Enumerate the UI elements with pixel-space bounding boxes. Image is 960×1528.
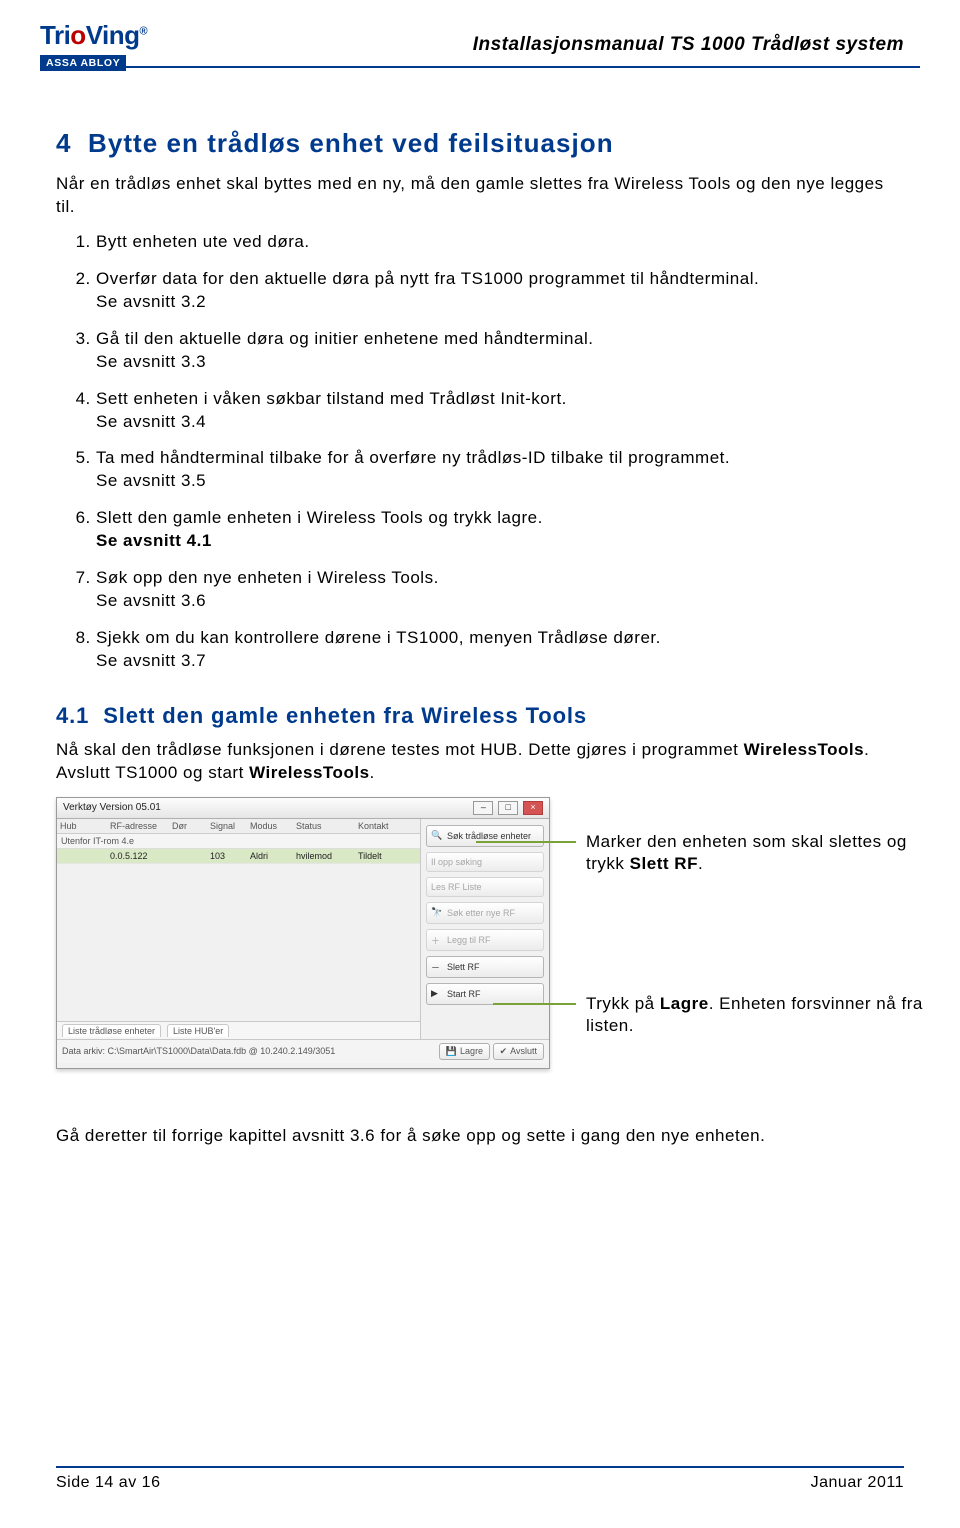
step-item: Ta med håndterminal tilbake for å overfø… <box>96 447 904 493</box>
save-icon: 💾 <box>446 1046 457 1057</box>
table-group-caption: Utenfor IT-rom 4.e <box>57 834 420 849</box>
callout-line <box>493 1003 576 1005</box>
device-list-panel: Hub RF-adresse Dør Signal Modus Status K… <box>57 819 421 1039</box>
binoculars-icon: 🔭 <box>431 907 443 919</box>
tab-device-list[interactable]: Liste trådløse enheter <box>62 1024 161 1037</box>
page-number: Side 14 av 16 <box>56 1474 160 1492</box>
callout-line <box>476 841 576 843</box>
plus-icon: ＋ <box>431 934 443 946</box>
step-item: Sjekk om du kan kontrollere dørene i TS1… <box>96 627 904 673</box>
document-title: Installasjonsmanual TS 1000 Trådløst sys… <box>40 34 904 56</box>
window-titlebar: Verktøy Version 05.01 – □ × <box>57 798 549 819</box>
app-window: Verktøy Version 05.01 – □ × Hub RF-adres… <box>56 797 550 1069</box>
callout-save: Trykk på Lagre. Enheten forsvinner nå fr… <box>586 993 946 1037</box>
page-footer: Side 14 av 16 Januar 2011 <box>56 1466 904 1492</box>
search-devices-button[interactable]: 🔍Søk trådløse enheter <box>426 825 544 847</box>
table-header: Hub RF-adresse Dør Signal Modus Status K… <box>57 819 420 834</box>
table-row[interactable]: 0.0.5.122 103 Aldri hvilemod Tildelt <box>57 849 420 864</box>
bottom-tabs: Liste trådløse enheter Liste HUB'er <box>57 1021 420 1039</box>
speed-up-search-button[interactable]: Il opp søking <box>426 852 544 872</box>
tab-hub-list[interactable]: Liste HUB'er <box>167 1024 229 1037</box>
step-item: Sett enheten i våken søkbar tilstand med… <box>96 388 904 434</box>
exit-button[interactable]: ✔Avslutt <box>493 1043 544 1060</box>
step-item: Gå til den aktuelle døra og initier enhe… <box>96 328 904 374</box>
step-item: Slett den gamle enheten i Wireless Tools… <box>96 507 904 553</box>
footer-rule <box>56 1466 904 1468</box>
subsection-heading: 4.1 Slett den gamle enheten fra Wireless… <box>56 703 904 729</box>
check-icon: ✔ <box>500 1046 508 1057</box>
section-heading: 4 Bytte en trådløs enhet ved feilsituasj… <box>56 128 904 159</box>
window-title: Verktøy Version 05.01 <box>63 802 161 813</box>
delete-rf-button[interactable]: －Slett RF <box>426 956 544 978</box>
minus-icon: － <box>431 961 443 973</box>
play-icon: ▶ <box>431 988 443 1000</box>
step-item: Søk opp den nye enheten i Wireless Tools… <box>96 567 904 613</box>
minimize-button[interactable]: – <box>473 801 493 815</box>
section-intro: Når en trådløs enhet skal byttes med en … <box>56 173 904 219</box>
start-rf-button[interactable]: ▶Start RF <box>426 983 544 1005</box>
add-rf-button[interactable]: ＋Legg til RF <box>426 929 544 951</box>
screenshot-area: Verktøy Version 05.01 – □ × Hub RF-adres… <box>56 797 904 1097</box>
footer-date: Januar 2011 <box>811 1474 904 1492</box>
search-icon: 🔍 <box>431 830 443 842</box>
close-button[interactable]: × <box>523 801 543 815</box>
search-new-rf-button[interactable]: 🔭Søk etter nye RF <box>426 902 544 924</box>
step-item: Overfør data for den aktuelle døra på ny… <box>96 268 904 314</box>
subsection-para: Nå skal den trådløse funksjonen i dørene… <box>56 739 904 785</box>
status-path: Data arkiv: C:\SmartAir\TS1000\Data\Data… <box>62 1046 335 1056</box>
window-statusbar: Data arkiv: C:\SmartAir\TS1000\Data\Data… <box>57 1039 549 1063</box>
callout-delete: Marker den enheten som skal slettes og t… <box>586 831 916 875</box>
logo-assaabloy: ASSA ABLOY <box>40 55 126 71</box>
logo-trioving: TrioVing® <box>40 20 147 51</box>
page-header: TrioVing® ASSA ABLOY Installasjonsmanual… <box>40 26 920 98</box>
actions-panel: 🔍Søk trådløse enheter Il opp søking Les … <box>421 819 549 1039</box>
maximize-button[interactable]: □ <box>498 801 518 815</box>
step-item: Bytt enheten ute ved døra. <box>96 231 904 254</box>
read-rf-list-button[interactable]: Les RF Liste <box>426 877 544 897</box>
brand-logo: TrioVing® ASSA ABLOY <box>40 20 147 71</box>
steps-list: Bytt enheten ute ved døra. Overfør data … <box>56 231 904 673</box>
save-button[interactable]: 💾Lagre <box>439 1043 490 1060</box>
closing-para: Gå deretter til forrige kapittel avsnitt… <box>56 1125 904 1148</box>
header-rule <box>40 66 920 68</box>
